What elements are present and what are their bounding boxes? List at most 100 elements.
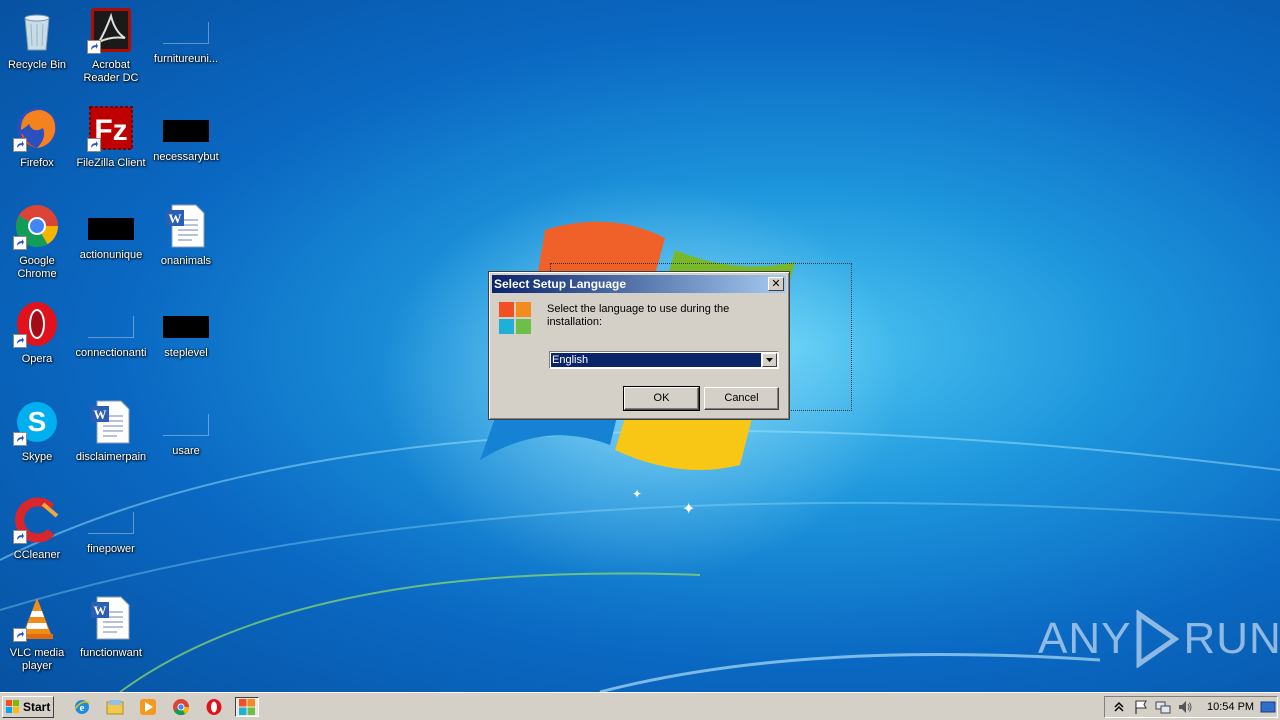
- svg-text:W: W: [94, 603, 107, 618]
- taskbar-explorer-button[interactable]: [103, 697, 127, 717]
- opera-icon: [206, 699, 222, 715]
- desktop-icon-onanimals[interactable]: W onanimals: [149, 196, 223, 286]
- clock[interactable]: 10:54 PM: [1207, 701, 1254, 713]
- desktop-icon-label: finepower: [87, 543, 135, 555]
- desktop-icon-label: FileZilla Client: [76, 157, 146, 169]
- acrobat-icon: [87, 6, 135, 54]
- explorer-icon: [106, 700, 124, 715]
- desktop-icon-functionwant[interactable]: W functionwant: [74, 588, 148, 678]
- dialog-title: Select Setup Language: [494, 277, 627, 291]
- chevron-down-icon: [766, 358, 773, 362]
- media-player-icon: [140, 699, 156, 715]
- shortcut-arrow-icon: [13, 236, 27, 250]
- desktop-icon-label: steplevel: [164, 347, 208, 359]
- svg-text:✦: ✦: [682, 499, 695, 518]
- desktop-icon-label: Acrobat Reader DC: [83, 59, 139, 84]
- taskbar: Start e 10:54 PM: [0, 692, 1280, 720]
- desktop-icon-label: Skype: [21, 451, 53, 463]
- windows-logo-icon: [6, 700, 19, 713]
- desktop-icon-connectionanti[interactable]: connectionanti: [74, 294, 148, 384]
- desktop-icon-label: Recycle Bin: [7, 59, 67, 71]
- desktop-icon-label: VLC media player: [9, 647, 65, 672]
- skype-icon: S: [13, 398, 61, 446]
- desktop-icon-label: actionunique: [79, 249, 143, 261]
- play-triangle-icon: [1136, 610, 1180, 668]
- setup-icon: [239, 699, 255, 715]
- blank-file-icon: [163, 414, 209, 436]
- blank-file-icon: [88, 512, 134, 534]
- shortcut-arrow-icon: [13, 628, 27, 642]
- show-hidden-icon[interactable]: [1111, 699, 1127, 715]
- taskbar-setup-button[interactable]: [235, 697, 259, 717]
- desktop-icon-ccleaner[interactable]: CCleaner: [0, 490, 74, 580]
- desktop-icon-acrobat[interactable]: Acrobat Reader DC: [74, 0, 148, 90]
- svg-text:W: W: [169, 211, 182, 226]
- desktop-icon-firefox[interactable]: Firefox: [0, 98, 74, 188]
- vlc-icon: [13, 594, 61, 642]
- system-tray: 10:54 PM: [1104, 696, 1278, 718]
- taskbar-chrome-button[interactable]: [169, 697, 193, 717]
- watermark-text-right: RUN: [1183, 614, 1280, 663]
- desktop-icon-label: CCleaner: [13, 549, 61, 561]
- desktop-icon-skype[interactable]: S Skype: [0, 392, 74, 482]
- dialog-titlebar[interactable]: Select Setup Language ✕: [492, 275, 786, 293]
- desktop-icon-google-chrome[interactable]: Google Chrome: [0, 196, 74, 286]
- filezilla-icon: Fz: [87, 104, 135, 152]
- desktop-icon-label: connectionanti: [75, 347, 147, 359]
- ccleaner-icon: [13, 496, 61, 544]
- desktop-icon-label: Opera: [21, 353, 53, 365]
- desktop-icon-furnitureuni[interactable]: furnitureuni...: [149, 0, 223, 90]
- taskbar-media-player-button[interactable]: [136, 697, 160, 717]
- desktop-icon-vlc[interactable]: VLC media player: [0, 588, 74, 678]
- svg-text:S: S: [28, 406, 47, 437]
- taskbar-ie-button[interactable]: e: [70, 697, 94, 717]
- word-document-icon: W: [87, 398, 135, 446]
- watermark-text-left: ANY: [1038, 614, 1132, 663]
- svg-text:✦: ✦: [632, 487, 642, 501]
- desktop-icon-disclaimerpain[interactable]: W disclaimerpain: [74, 392, 148, 482]
- ok-button[interactable]: OK: [623, 386, 700, 411]
- start-label: Start: [23, 700, 51, 714]
- start-button[interactable]: Start: [2, 696, 54, 718]
- show-desktop-icon[interactable]: [1260, 699, 1276, 715]
- blank-file-icon: [163, 22, 209, 44]
- black-thumbnail-icon: [163, 120, 209, 142]
- desktop-icon-steplevel[interactable]: steplevel: [149, 294, 223, 384]
- dialog-message: Select the language to use during the in…: [547, 303, 730, 328]
- shortcut-arrow-icon: [13, 530, 27, 544]
- shortcut-arrow-icon: [13, 334, 27, 348]
- setup-logo-icon: [499, 302, 531, 334]
- shortcut-arrow-icon: [13, 432, 27, 446]
- desktop-icon-opera[interactable]: Opera: [0, 294, 74, 384]
- desktop-icon-usare[interactable]: usare: [149, 392, 223, 482]
- desktop-icon-label: onanimals: [160, 255, 212, 267]
- desktop-icon-finepower[interactable]: finepower: [74, 490, 148, 580]
- desktop-icon-label: furnitureuni...: [153, 53, 219, 65]
- desktop[interactable]: ✦ ✦ Recycle Bin Firefox Google Chrome Op…: [0, 0, 1280, 692]
- chrome-icon: [173, 699, 190, 716]
- desktop-icon-necessarybut[interactable]: necessarybut: [149, 98, 223, 188]
- taskbar-opera-button[interactable]: [202, 697, 226, 717]
- language-select[interactable]: English: [549, 351, 779, 369]
- shortcut-arrow-icon: [13, 138, 27, 152]
- desktop-icon-label: Google Chrome: [17, 255, 57, 280]
- cancel-button[interactable]: Cancel: [704, 387, 779, 410]
- desktop-icon-actionunique[interactable]: actionunique: [74, 196, 148, 286]
- action-center-flag-icon[interactable]: [1133, 699, 1149, 715]
- close-button[interactable]: ✕: [768, 277, 784, 291]
- network-icon[interactable]: [1155, 699, 1171, 715]
- desktop-icon-label: functionwant: [80, 647, 142, 659]
- desktop-icon-label: disclaimerpain: [75, 451, 147, 463]
- recycle-bin-icon: [13, 6, 61, 54]
- desktop-icon-label: usare: [172, 445, 200, 457]
- language-dropdown-button[interactable]: [762, 353, 777, 367]
- firefox-icon: [13, 104, 61, 152]
- shortcut-arrow-icon: [87, 40, 101, 54]
- desktop-icon-recycle-bin[interactable]: Recycle Bin: [0, 0, 74, 90]
- volume-icon[interactable]: [1177, 699, 1193, 715]
- black-thumbnail-icon: [88, 218, 134, 240]
- close-icon: ✕: [771, 277, 781, 290]
- black-thumbnail-icon: [163, 316, 209, 338]
- language-select-value: English: [551, 353, 761, 367]
- desktop-icon-filezilla[interactable]: Fz FileZilla Client: [74, 98, 148, 188]
